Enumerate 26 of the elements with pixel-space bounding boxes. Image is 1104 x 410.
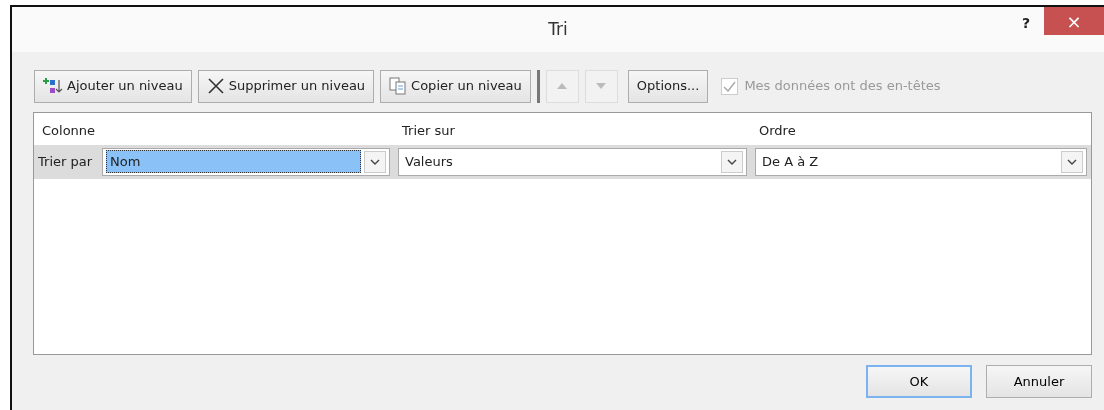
- checkbox-label: Mes données ont des en-têtes: [744, 77, 941, 96]
- column-header: Colonne: [41, 122, 97, 140]
- copy-icon: [389, 77, 408, 95]
- dropdown[interactable]: De A à Z: [755, 147, 1087, 176]
- row-label: Trier par: [38, 152, 93, 171]
- up-triangle-icon: [556, 82, 569, 90]
- options-button[interactable]: Options...: [627, 69, 709, 103]
- dropdown-icon: [721, 150, 743, 173]
- help-button[interactable]: ?: [1007, 7, 1044, 40]
- cancel-button[interactable]: Annuler: [986, 365, 1092, 398]
- close-icon: [206, 77, 225, 95]
- dropdown[interactable]: Nom: [102, 147, 390, 176]
- delete-level-button[interactable]: Supprimer un niveau: [197, 69, 375, 103]
- close-button[interactable]: ×: [1044, 7, 1104, 35]
- column-header: Ordre: [758, 122, 797, 140]
- column-header: Trier sur: [401, 122, 456, 140]
- copy-level-button[interactable]: Copier un niveau: [380, 69, 531, 103]
- dropdown-icon: [1061, 150, 1083, 173]
- window-title: Tri: [548, 17, 568, 41]
- add-level-button[interactable]: Ajouter un niveau: [34, 69, 192, 103]
- down-triangle-icon: [595, 82, 608, 90]
- dropdown[interactable]: Valeurs: [398, 147, 747, 176]
- sort-icon: [43, 77, 63, 95]
- sort-level-row[interactable]: Trier par Nom Valeurs De A à Z: [34, 144, 1091, 179]
- dropdown-icon: [364, 150, 386, 173]
- ok-button[interactable]: OK: [866, 365, 972, 398]
